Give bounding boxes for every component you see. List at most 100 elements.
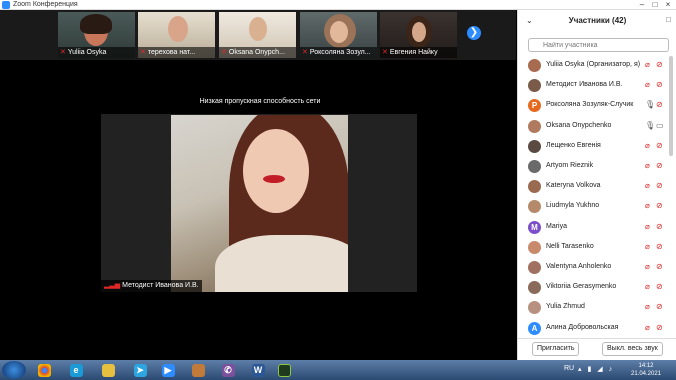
viber-icon[interactable]: ✆ [214,361,242,379]
participant-row[interactable]: Artyom Rieznik ⌀ ⊘ [518,157,668,177]
explorer-icon[interactable] [94,361,122,379]
camera-off-icon[interactable]: ⊘ [656,262,663,271]
close-icon[interactable]: × [662,0,674,9]
camera-off-icon[interactable]: ⊘ [656,222,663,231]
participant-name: Kateryna Volkova [546,182,601,190]
search-input[interactable] [528,38,669,52]
participant-row[interactable]: A Алина Добровольская ⌀ ⊘ [518,319,668,339]
participant-row[interactable]: Nelli Tarasenko ⌀ ⊘ [518,238,668,258]
thumbnail-name: Oksana Onypch... [228,49,285,56]
scrollbar[interactable] [669,56,673,156]
participant-row[interactable]: Oksana Onypchenko 🎙 ▭ [518,117,668,137]
camera-off-icon[interactable]: ⊘ [656,282,663,291]
camera-icon[interactable]: ▭ [656,121,664,130]
avatar [528,240,541,254]
mic-muted-icon[interactable]: ⌀ [645,201,650,210]
thumbnail-name: терехова нат... [147,49,196,56]
participant-row[interactable]: M Mariya ⌀ ⊘ [518,218,668,238]
maximize-icon[interactable]: □ [649,0,661,9]
camera-off-icon[interactable]: ⊘ [656,100,663,109]
thumbnail-strip: ✕ Yuliia Osyka ✕ терехова нат... ✕ Oksana O… [0,10,516,60]
participant-name: Nelli Tarasenko [546,242,594,250]
mic-icon[interactable]: 🎙 [645,100,655,109]
mic-muted-icon[interactable]: ⌀ [645,282,650,291]
mic-muted-icon[interactable]: ⌀ [645,80,650,89]
mic-muted-icon[interactable]: ⌀ [645,181,650,190]
participant-row[interactable]: Kateryna Volkova ⌀ ⊘ [518,177,668,197]
tray-icons[interactable]: ▴ ▮ ◢ ♪ [578,365,614,373]
taskbar: e ➤ ▶ ✆ W RU ▴ ▮ ◢ ♪ 14:12 21.04.2021 [0,360,676,380]
camera-off-icon[interactable]: ⊘ [656,161,663,170]
app-icon[interactable] [270,361,298,379]
photos-icon[interactable] [184,361,212,379]
participant-name: Mariya [546,222,568,230]
participant-row[interactable]: Yulia Zhmud ⌀ ⊘ [518,298,668,318]
avatar [528,180,541,194]
mic-icon[interactable]: 🎙 [645,121,655,130]
clock-time: 14:12 [638,363,654,369]
popout-icon[interactable]: □ [666,15,671,24]
ie-icon[interactable]: e [62,361,90,379]
participant-row[interactable]: Valentyna Anholenko ⌀ ⊘ [518,258,668,278]
camera-off-icon[interactable]: ⊘ [656,141,663,150]
avatar [528,79,541,93]
thumbnail[interactable]: ✕ Oksana Onypch... [219,12,296,58]
telegram-icon[interactable]: ➤ [126,361,154,379]
participant-row[interactable]: Liudmyla Yukhno ⌀ ⊘ [518,197,668,217]
thumbnail-name: Евгения Найку [389,49,438,56]
start-button[interactable] [2,361,26,379]
mic-muted-icon[interactable]: ⌀ [645,302,650,311]
thumbnail-name: Yuliia Osyka [67,49,107,56]
camera-off-icon[interactable]: ⊘ [656,242,663,251]
language-indicator[interactable]: RU [564,365,574,372]
zoom-logo-icon [2,1,10,9]
participant-name: Oksana Onypchenko [546,121,612,129]
camera-off-icon[interactable]: ⊘ [656,302,663,311]
thumbnail[interactable]: ✕ Роксоляна Зозул... [300,12,377,58]
participant-row[interactable]: Yuliia Osyka (Организатор, я) ⌀ ⊘ [518,56,668,76]
avatar [528,160,541,173]
participants-title: Участники (42) [568,16,627,25]
avatar [528,261,541,274]
camera-off-icon[interactable]: ⊘ [656,80,663,89]
mic-muted-icon[interactable]: ⌀ [645,242,650,251]
participant-name: Алина Добровольская [546,323,619,331]
word-icon[interactable]: W [244,361,272,379]
participant-name: Методист Иванова И.В. [546,81,623,89]
avatar: M [528,220,541,234]
participant-name: Artyom Rieznik [546,162,594,169]
participant-row[interactable]: Лещенко Евгенія ⌀ ⊘ [518,137,668,157]
camera-off-icon[interactable]: ⊘ [656,181,663,190]
main-video[interactable]: ▂▃▅ Методист Иванова И.В. [101,114,417,292]
thumbnail[interactable]: ✕ Yuliia Osyka [58,12,135,58]
mic-muted-icon[interactable]: ⌀ [645,60,650,69]
zoom-icon[interactable]: ▶ [154,361,182,379]
participant-row[interactable]: Методист Иванова И.В. ⌀ ⊘ [518,76,668,96]
mic-muted-icon[interactable]: ⌀ [645,222,650,231]
mic-muted-icon[interactable]: ⌀ [645,141,650,150]
mic-muted-icon[interactable]: ⌀ [645,323,650,332]
participant-name: Yulia Zhmud [546,303,585,311]
mic-muted-icon[interactable]: ⌀ [645,262,650,271]
mic-muted-icon: ✕ [221,49,227,56]
participant-row[interactable]: Viktoriia Gerasymenko ⌀ ⊘ [518,278,668,298]
thumbnail[interactable]: ✕ Евгения Найку [380,12,457,58]
window-title: Zoom Конференция [13,1,78,8]
mute-all-button[interactable]: Выкл. весь звук [602,342,663,356]
chrome-icon[interactable] [30,361,58,379]
clock[interactable]: 14:12 21.04.2021 [626,362,666,378]
participant-row[interactable]: Р Роксоляна Зозуляк-Случик 🎙 ⊘ [518,96,668,116]
next-page-button[interactable]: ❯ [467,26,481,40]
camera-off-icon[interactable]: ⊘ [656,323,663,332]
invite-button[interactable]: Пригласить [532,342,580,356]
mic-muted-icon[interactable]: ⌀ [645,161,650,170]
speaker-video [171,115,348,292]
thumbnail[interactable]: ✕ терехова нат... [138,12,215,58]
avatar [528,301,541,315]
camera-off-icon[interactable]: ⊘ [656,201,663,210]
minimize-icon[interactable]: – [636,0,648,9]
avatar [528,281,541,295]
avatar: Р [528,99,541,113]
camera-off-icon[interactable]: ⊘ [656,60,663,69]
avatar [528,200,541,214]
